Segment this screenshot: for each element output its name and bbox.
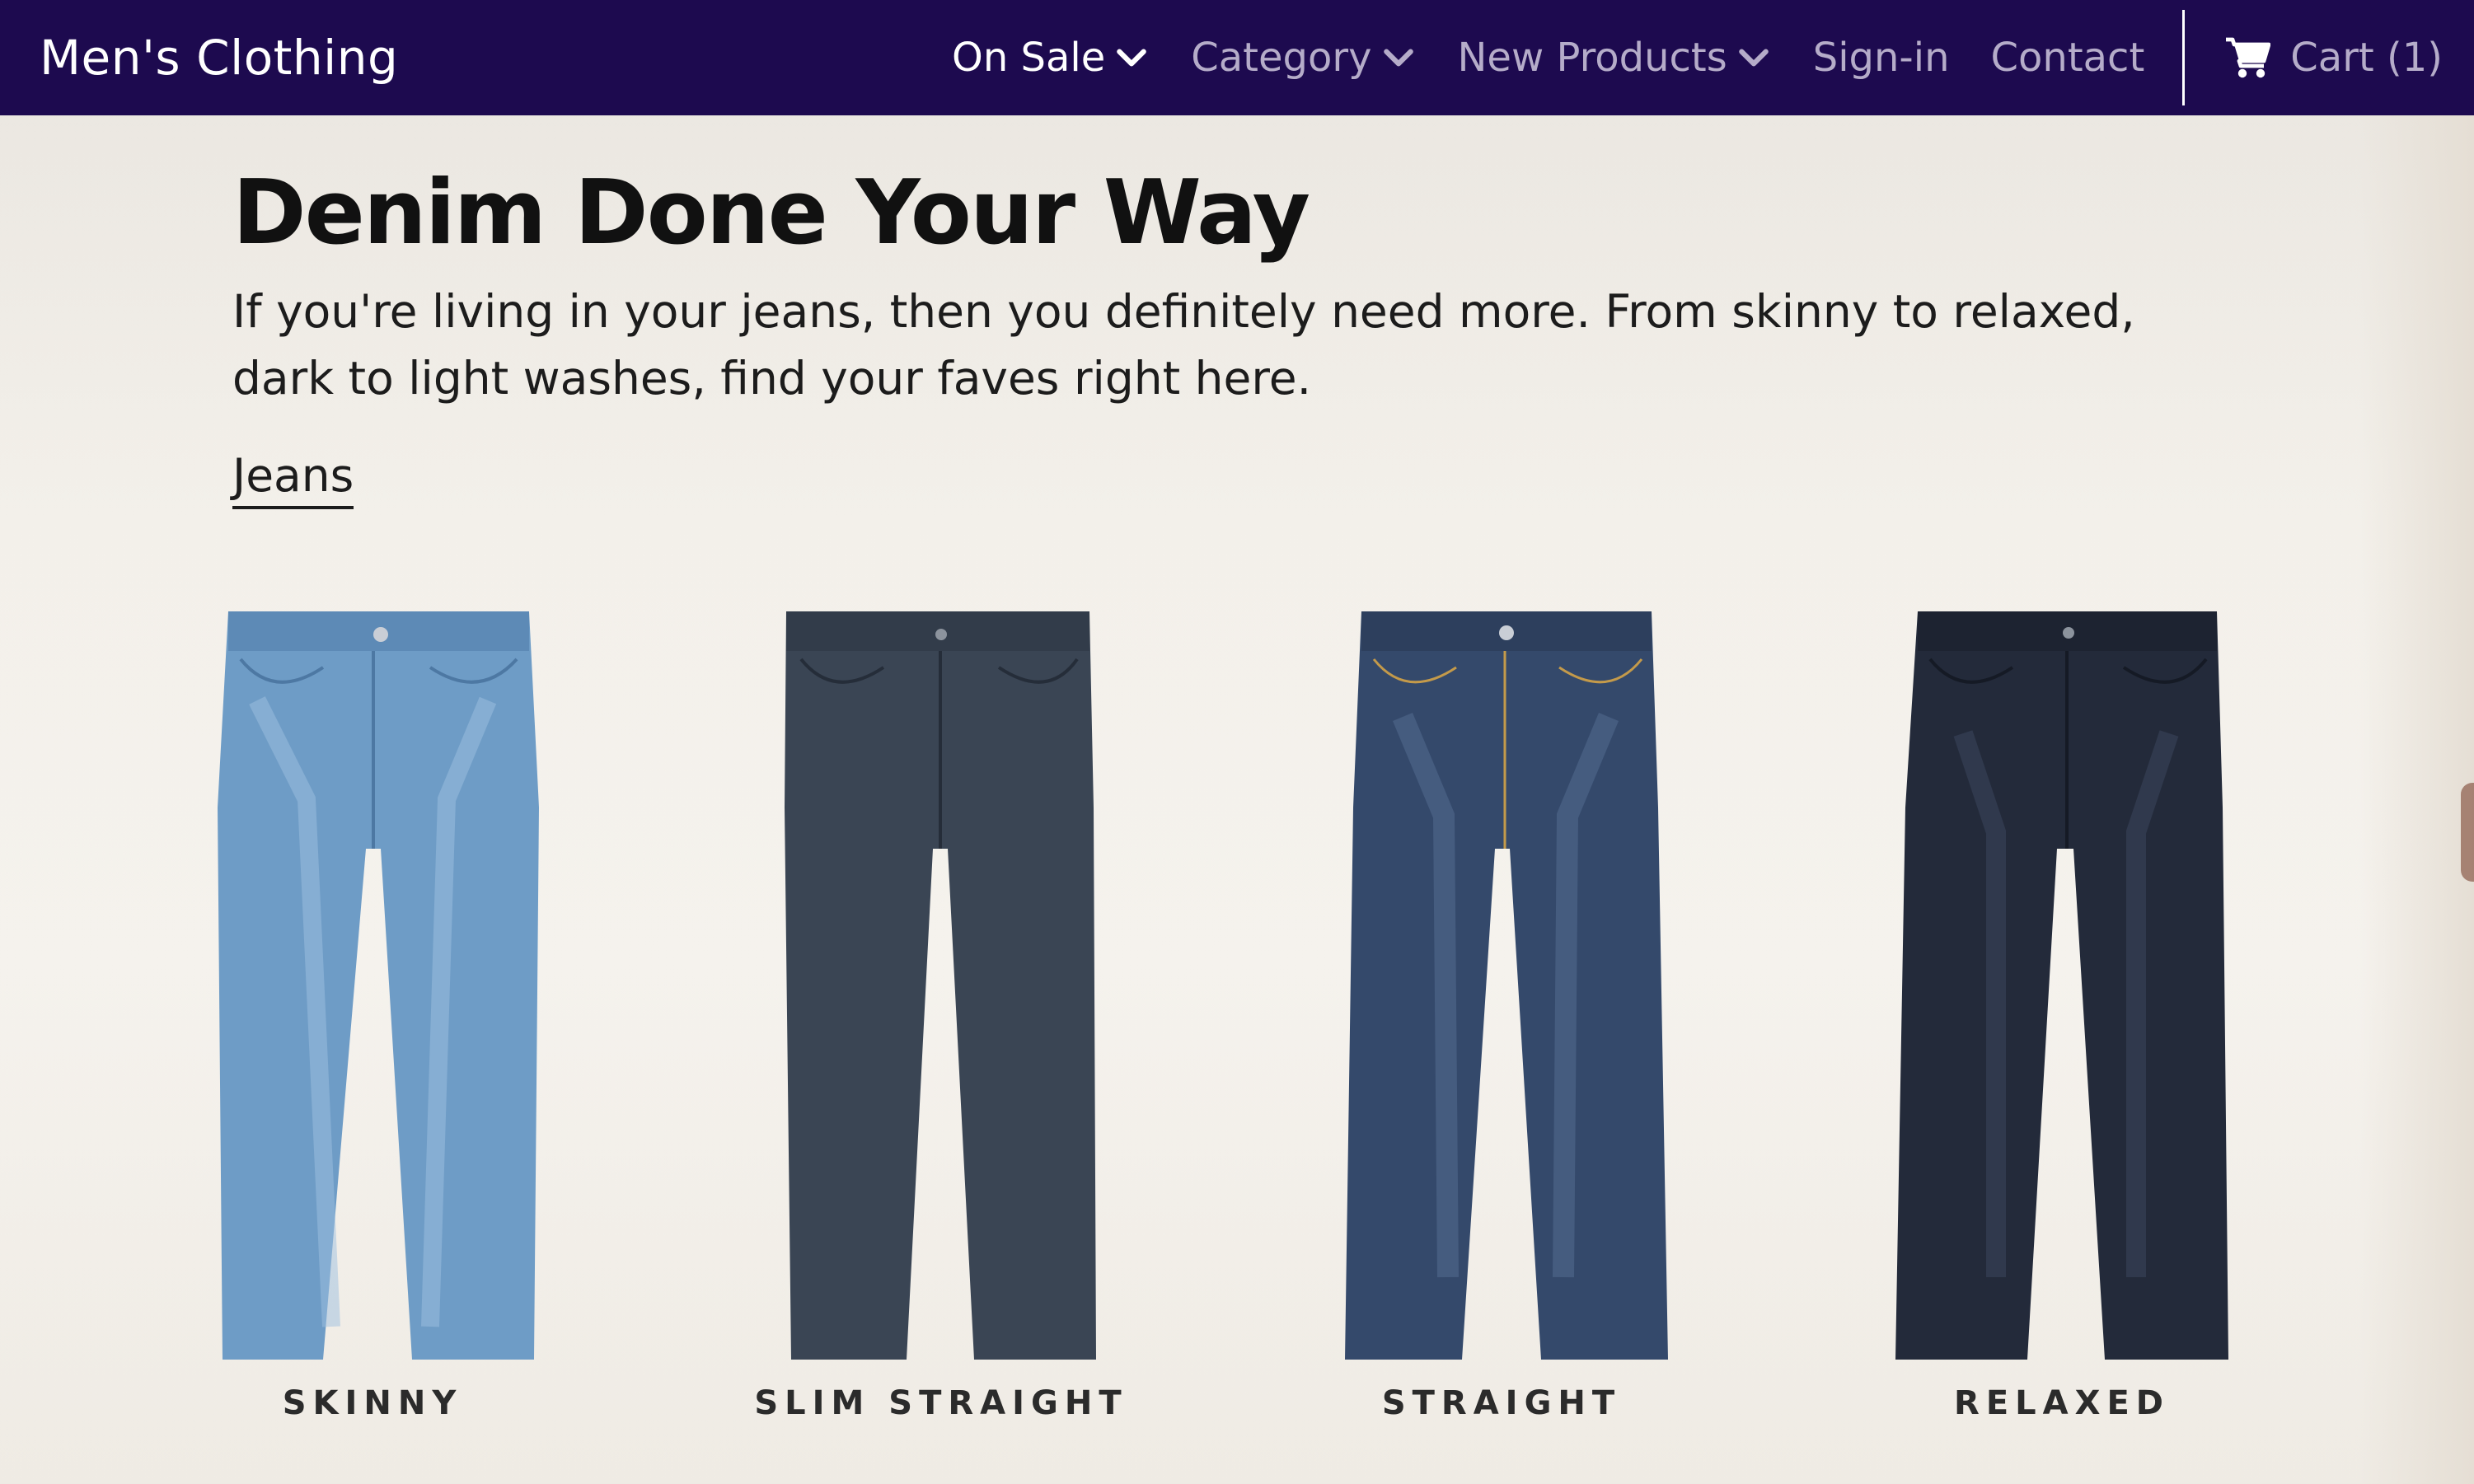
nav-item-label: New Products xyxy=(1457,35,1727,81)
jeans-link[interactable]: Jeans xyxy=(232,448,354,509)
nav-item-label: Contact xyxy=(1990,35,2145,81)
nav-item-label: On Sale xyxy=(952,35,1106,81)
product-label: SLIM STRAIGHT xyxy=(754,1384,1128,1422)
jeans-image xyxy=(785,611,1096,1360)
top-navbar: Men's Clothing On Sale Category New Prod… xyxy=(0,0,2474,115)
cart-button[interactable]: Cart (1) xyxy=(2224,0,2443,115)
shopping-cart-icon xyxy=(2224,36,2271,79)
nav-item-category[interactable]: Category xyxy=(1191,0,1416,115)
next-slide-peek xyxy=(2461,783,2474,882)
nav-item-label: Sign-in xyxy=(1812,35,1950,81)
nav-links: On Sale Category New Products Sign-in Co… xyxy=(952,0,2474,115)
product-card-relaxed[interactable]: RELAXED xyxy=(1872,602,2251,1425)
cart-label: Cart (1) xyxy=(2290,35,2443,81)
product-label: RELAXED xyxy=(1954,1384,2170,1422)
jeans-image xyxy=(218,611,539,1360)
chevron-down-icon xyxy=(1736,40,1772,76)
product-card-slim-straight[interactable]: SLIM STRAIGHT xyxy=(752,602,1131,1425)
jeans-image xyxy=(1895,611,2228,1360)
carousel-edge-shadow xyxy=(2359,115,2474,1484)
hero-description: If you're living in your jeans, then you… xyxy=(232,285,2135,405)
nav-item-new-products[interactable]: New Products xyxy=(1458,0,1772,115)
chevron-down-icon xyxy=(1113,40,1150,76)
nav-divider xyxy=(2182,10,2186,105)
product-card-skinny[interactable]: SKINNY xyxy=(183,602,562,1425)
nav-item-label: Category xyxy=(1191,35,1372,81)
nav-item-sign-in[interactable]: Sign-in xyxy=(1813,0,1950,115)
nav-item-contact[interactable]: Contact xyxy=(1991,0,2145,115)
product-label: SKINNY xyxy=(282,1384,463,1422)
chevron-down-icon xyxy=(1380,40,1417,76)
brand-link[interactable]: Men's Clothing xyxy=(40,0,398,115)
product-card-straight[interactable]: STRAIGHT xyxy=(1312,602,1691,1425)
page-title: Denim Done Your Way xyxy=(232,162,1310,264)
product-label: STRAIGHT xyxy=(1381,1384,1622,1422)
jeans-image xyxy=(1345,611,1668,1360)
nav-item-on-sale[interactable]: On Sale xyxy=(952,0,1150,115)
